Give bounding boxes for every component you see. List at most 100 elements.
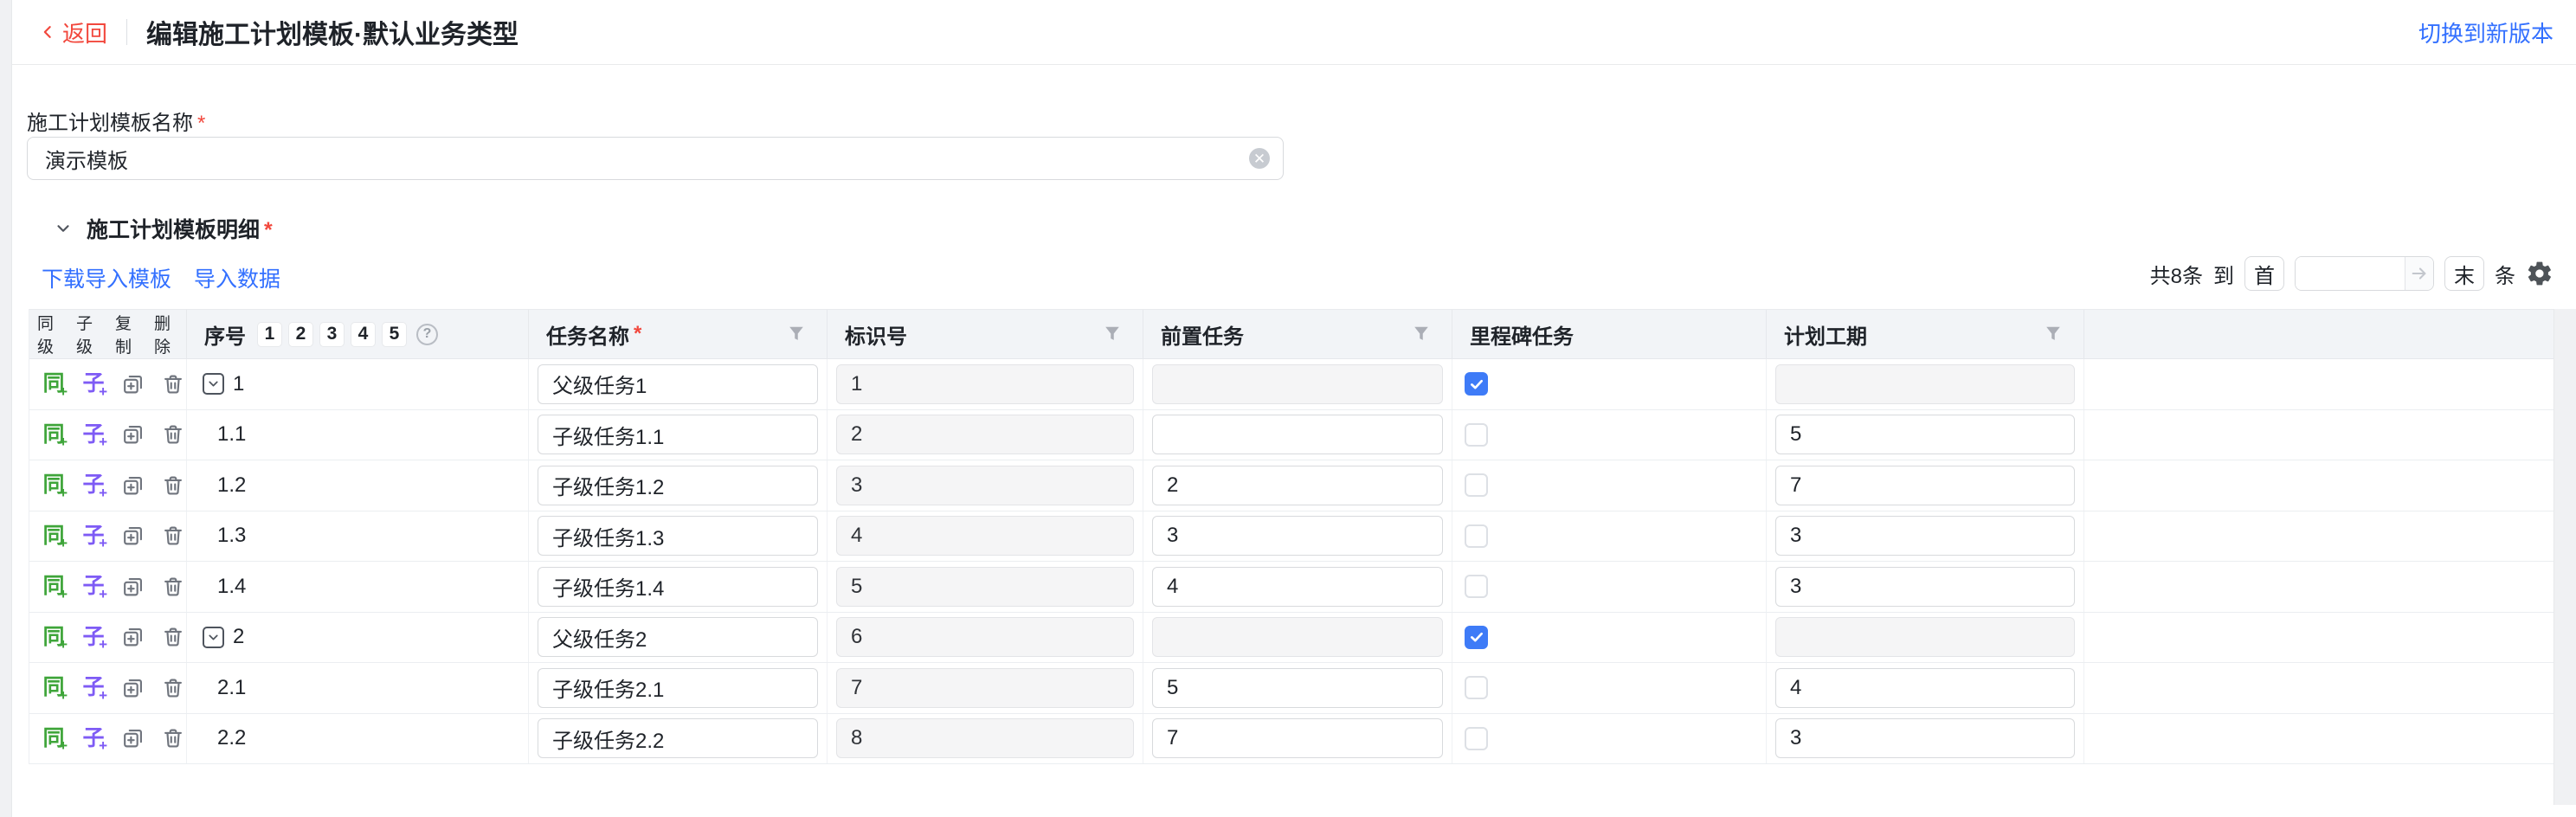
- back-button[interactable]: 返回: [40, 16, 107, 48]
- clear-input-icon[interactable]: ✕: [1249, 148, 1270, 169]
- copy-button[interactable]: [120, 471, 146, 500]
- duration-input[interactable]: [1775, 567, 2075, 607]
- milestone-checkbox[interactable]: [1465, 626, 1488, 649]
- add-sibling-button[interactable]: 同 +: [41, 622, 67, 652]
- filter-funnel-icon[interactable]: [1412, 325, 1431, 344]
- delete-button[interactable]: [160, 622, 186, 652]
- seq-level-1-button[interactable]: 1: [258, 323, 281, 346]
- task-name-input[interactable]: [538, 364, 818, 404]
- milestone-checkbox[interactable]: [1465, 524, 1488, 548]
- add-child-button[interactable]: 子 +: [80, 673, 106, 703]
- duration-input[interactable]: [1775, 718, 2075, 758]
- add-sibling-button[interactable]: 同 +: [41, 370, 67, 399]
- help-icon[interactable]: ?: [416, 324, 438, 345]
- import-data-link[interactable]: 导入数据: [194, 262, 280, 293]
- add-sibling-button[interactable]: 同 +: [41, 572, 67, 601]
- filter-funnel-icon[interactable]: [787, 325, 806, 344]
- switch-version-link[interactable]: 切换到新版本: [2418, 16, 2553, 48]
- first-page-button[interactable]: 首: [2244, 256, 2284, 291]
- collapse-toggle-icon[interactable]: [203, 627, 224, 648]
- milestone-checkbox[interactable]: [1465, 727, 1488, 750]
- back-label: 返回: [62, 16, 107, 48]
- copy-button[interactable]: [120, 673, 146, 703]
- filter-funnel-icon[interactable]: [2044, 325, 2063, 344]
- add-child-button[interactable]: 子 +: [80, 420, 106, 449]
- milestone-checkbox[interactable]: [1465, 423, 1488, 447]
- add-child-button[interactable]: 子 +: [80, 471, 106, 500]
- table-body: 同 + 子 +: [29, 359, 2553, 764]
- task-name-input[interactable]: [538, 415, 818, 454]
- seq-level-2-button[interactable]: 2: [289, 323, 312, 346]
- seq-level-3-button[interactable]: 3: [320, 323, 344, 346]
- milestone-cell: [1452, 562, 1767, 612]
- row-actions: 同 + 子 +: [29, 410, 187, 460]
- predecessor-input[interactable]: [1152, 516, 1443, 556]
- task-id-input: [836, 364, 1134, 404]
- task-name-input[interactable]: [538, 718, 818, 758]
- delete-button[interactable]: [160, 673, 186, 703]
- add-sibling-button[interactable]: 同 +: [41, 521, 67, 550]
- delete-button[interactable]: [160, 370, 186, 399]
- milestone-checkbox[interactable]: [1465, 473, 1488, 497]
- pager: 共8条 到 首 末 条: [2150, 256, 2553, 291]
- seq-level-4-button[interactable]: 4: [351, 323, 375, 346]
- task-name-input[interactable]: [538, 516, 818, 556]
- predecessor-cell: [1143, 562, 1452, 612]
- task-name-input[interactable]: [538, 668, 818, 708]
- milestone-checkbox[interactable]: [1465, 372, 1488, 396]
- task-name-input[interactable]: [538, 466, 818, 505]
- jump-page-input[interactable]: [2296, 257, 2405, 290]
- copy-button[interactable]: [120, 370, 146, 399]
- task-name-input[interactable]: [538, 617, 818, 657]
- delete-button[interactable]: [160, 420, 186, 449]
- predecessor-cell: [1143, 410, 1452, 460]
- predecessor-input[interactable]: [1152, 668, 1443, 708]
- jump-go-button[interactable]: [2405, 257, 2433, 290]
- table-row: 同 + 子 +: [29, 714, 2553, 765]
- add-sibling-button[interactable]: 同 +: [41, 471, 67, 500]
- empty-cell: [2084, 511, 2553, 562]
- chevron-left-icon: [40, 23, 57, 41]
- duration-input[interactable]: [1775, 415, 2075, 454]
- add-child-button[interactable]: 子 +: [80, 370, 106, 399]
- copy-button[interactable]: [120, 420, 146, 449]
- gear-icon[interactable]: [2526, 260, 2553, 287]
- chevron-down-icon[interactable]: [54, 219, 73, 238]
- add-sibling-button[interactable]: 同 +: [41, 673, 67, 703]
- delete-button[interactable]: [160, 572, 186, 601]
- download-import-template-link[interactable]: 下载导入模板: [42, 262, 171, 293]
- row-actions: 同 + 子 +: [29, 613, 187, 663]
- add-child-button[interactable]: 子 +: [80, 521, 106, 550]
- add-child-button[interactable]: 子 +: [80, 622, 106, 652]
- add-child-button[interactable]: 子 +: [80, 572, 106, 601]
- milestone-checkbox[interactable]: [1465, 676, 1488, 699]
- predecessor-input[interactable]: [1152, 415, 1443, 454]
- copy-icon: [120, 523, 146, 549]
- task-name-input[interactable]: [538, 567, 818, 607]
- copy-button[interactable]: [120, 521, 146, 550]
- add-sibling-button[interactable]: 同 +: [41, 724, 67, 753]
- predecessor-input[interactable]: [1152, 718, 1443, 758]
- predecessor-input[interactable]: [1152, 567, 1443, 607]
- seq-level-5-button[interactable]: 5: [383, 323, 406, 346]
- template-name-input[interactable]: [27, 137, 1284, 180]
- last-page-button[interactable]: 末: [2444, 256, 2484, 291]
- task-name-cell: [529, 410, 828, 460]
- predecessor-input[interactable]: [1152, 466, 1443, 505]
- copy-button[interactable]: [120, 622, 146, 652]
- duration-input[interactable]: [1775, 668, 2075, 708]
- copy-button[interactable]: [120, 572, 146, 601]
- milestone-cell: [1452, 410, 1767, 460]
- header-seq: 序号 1 2 3 4 5 ?: [187, 310, 529, 358]
- milestone-checkbox[interactable]: [1465, 575, 1488, 598]
- copy-button[interactable]: [120, 724, 146, 753]
- add-sibling-button[interactable]: 同 +: [41, 420, 67, 449]
- delete-button[interactable]: [160, 724, 186, 753]
- delete-button[interactable]: [160, 521, 186, 550]
- filter-funnel-icon[interactable]: [1103, 325, 1122, 344]
- add-child-button[interactable]: 子 +: [80, 724, 106, 753]
- duration-input[interactable]: [1775, 466, 2075, 505]
- delete-button[interactable]: [160, 471, 186, 500]
- duration-input[interactable]: [1775, 516, 2075, 556]
- collapse-toggle-icon[interactable]: [203, 373, 224, 395]
